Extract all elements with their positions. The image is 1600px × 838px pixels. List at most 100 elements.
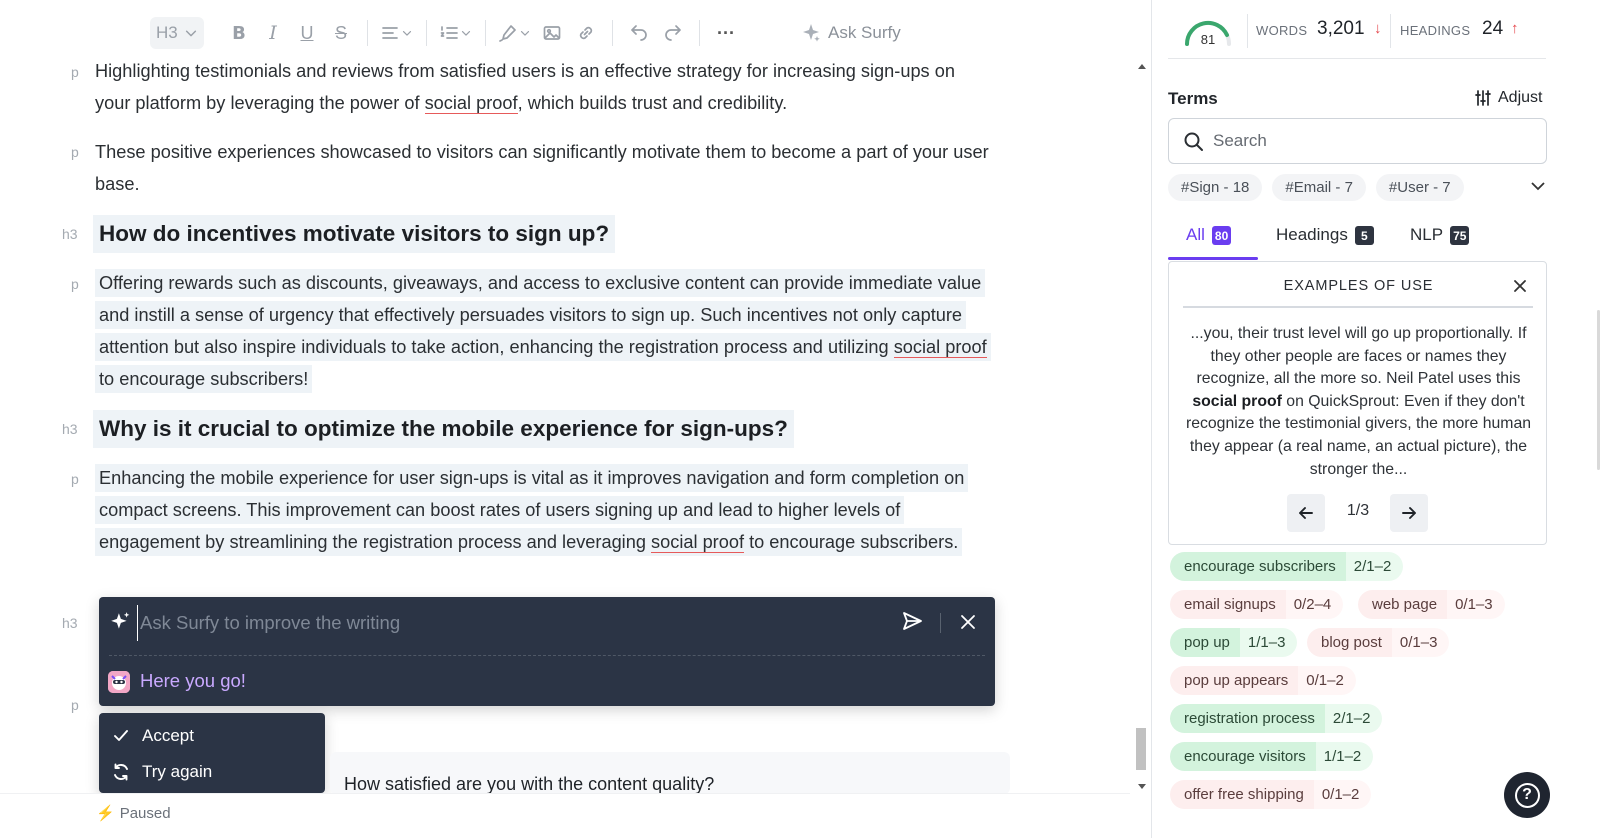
more-options-button[interactable]: ··· [709,17,743,49]
heading-level-select[interactable]: H3 [150,17,204,49]
term-pill[interactable]: blog post 0/1–3 [1307,628,1450,657]
tab-label: Headings [1276,225,1348,244]
block-tag: h3 [62,421,78,437]
term-name: email signups [1170,590,1286,619]
accept-button[interactable]: Accept [99,718,325,754]
highlight-button[interactable] [495,17,535,49]
search-icon [1184,132,1203,151]
redo-button[interactable] [656,17,690,49]
chevron-down-icon [402,31,412,36]
block-tag: p [71,471,79,487]
ask-surfy-input[interactable] [137,605,877,641]
strikethrough-button[interactable]: S [324,17,358,49]
term-name: encourage subscribers [1170,552,1346,581]
close-icon [961,615,975,629]
examples-panel: EXAMPLES OF USE ...you, their trust leve… [1168,261,1547,545]
heading[interactable]: How do incentives motivate visitors to s… [93,215,616,253]
toolbar-divider [699,20,700,46]
tab-headings[interactable]: Headings 5 [1276,220,1374,260]
term-count: 0/1–2 [1298,666,1356,695]
scroll-down-arrow-icon[interactable] [1138,784,1146,789]
divider [1183,306,1533,308]
divider [1247,14,1248,48]
paragraph[interactable]: Highlighting testimonials and reviews fr… [95,55,995,119]
insert-link-button[interactable] [569,17,603,49]
bold-button[interactable]: B [222,17,256,49]
count-badge: 5 [1354,226,1374,245]
topic-chip[interactable]: #Email - 7 [1272,174,1366,201]
adjust-button[interactable]: Adjust [1474,89,1542,107]
heading[interactable]: Why is it crucial to optimize the mobile… [93,410,794,448]
example-text-part: ...you, their trust level will go up pro… [1190,325,1527,388]
term-pill[interactable]: offer free shipping 0/1–2 [1170,780,1372,809]
term-pill[interactable]: web page 0/1–3 [1358,590,1505,619]
term-pill[interactable]: encourage subscribers 2/1–2 [1170,552,1404,581]
editor-scrollbar[interactable] [1134,56,1150,800]
term-count: 1/1–2 [1315,742,1374,771]
term-highlight[interactable]: social proof [893,337,987,358]
italic-button[interactable]: I [256,17,290,49]
terms-tabs: All 80 Headings 5 NLP 75 [1168,220,1547,260]
send-button[interactable] [901,610,925,634]
insert-image-button[interactable] [535,17,569,49]
paragraph-text: These positive experiences showcased to … [95,142,989,194]
topic-chip[interactable]: #User - 7 [1375,174,1464,201]
ask-surfy-label: Ask Surfy [828,23,901,42]
help-button[interactable]: ? [1504,772,1550,818]
undo-button[interactable] [622,17,656,49]
term-name: registration process [1170,704,1325,733]
active-tab-indicator [1168,257,1258,260]
term-highlight[interactable]: social proof [424,93,518,114]
term-pill[interactable]: encourage visitors 1/1–2 [1170,742,1374,771]
adjust-label: Adjust [1498,89,1543,106]
try-again-button[interactable]: Try again [99,754,325,790]
close-button[interactable] [957,611,979,633]
block-tag: p [71,697,79,713]
topic-chip[interactable]: #Sign - 18 [1168,174,1263,201]
chevron-down-icon [461,31,471,36]
examples-title: EXAMPLES OF USE [1283,278,1434,294]
next-example-button[interactable] [1390,494,1428,532]
term-pill[interactable]: pop up appears 0/1–2 [1170,666,1356,695]
close-icon[interactable] [1512,278,1528,294]
block-tag: p [71,144,79,160]
tab-nlp[interactable]: NLP 75 [1410,220,1470,260]
paragraph[interactable]: These positive experiences showcased to … [95,136,995,200]
term-count: 0/1–3 [1391,628,1450,657]
paragraph-text: to encourage subscribers. [744,532,959,552]
list-button[interactable] [436,17,476,49]
block-tag: h3 [62,615,78,631]
align-button[interactable] [377,17,417,49]
chevron-down-icon[interactable] [1530,178,1546,194]
term-name: offer free shipping [1170,780,1314,809]
ask-surfy-button[interactable]: Ask Surfy [801,23,901,43]
underline-button[interactable]: U [290,17,324,49]
count-badge: 75 [1450,226,1470,245]
try-again-label: Try again [142,762,213,781]
term-count: 2/1–2 [1324,704,1383,733]
numbered-list-icon [440,26,458,39]
paragraph-text: , which builds trust and credibility. [517,93,788,113]
term-highlight[interactable]: social proof [651,532,745,553]
tab-all[interactable]: All 80 [1186,220,1232,260]
ai-reply-text: Here you go! [140,670,246,691]
term-pill[interactable]: pop up 1/1–3 [1170,628,1298,657]
terms-title: Terms [1168,89,1218,108]
search-input[interactable] [1213,127,1533,155]
term-pill[interactable]: registration process 2/1–2 [1170,704,1383,733]
underline-icon: U [300,22,314,43]
paragraph[interactable]: Offering rewards such as discounts, give… [95,267,995,395]
scroll-up-arrow-icon[interactable] [1138,64,1146,69]
undo-icon [631,25,647,41]
paragraph[interactable]: Enhancing the mobile experience for user… [95,462,995,558]
terms-search[interactable] [1168,118,1547,164]
term-name: pop up appears [1170,666,1299,695]
divider [1168,58,1546,59]
previous-example-button[interactable] [1287,494,1325,532]
autosave-status: ⚡ Paused [96,804,171,823]
term-pill[interactable]: email signups 0/2–4 [1170,590,1344,619]
chevron-down-icon [185,30,197,37]
headings-label: HEADINGS [1400,23,1471,38]
scroll-thumb[interactable] [1136,728,1146,770]
feedback-survey: How satisfied are you with the content q… [330,752,1010,794]
